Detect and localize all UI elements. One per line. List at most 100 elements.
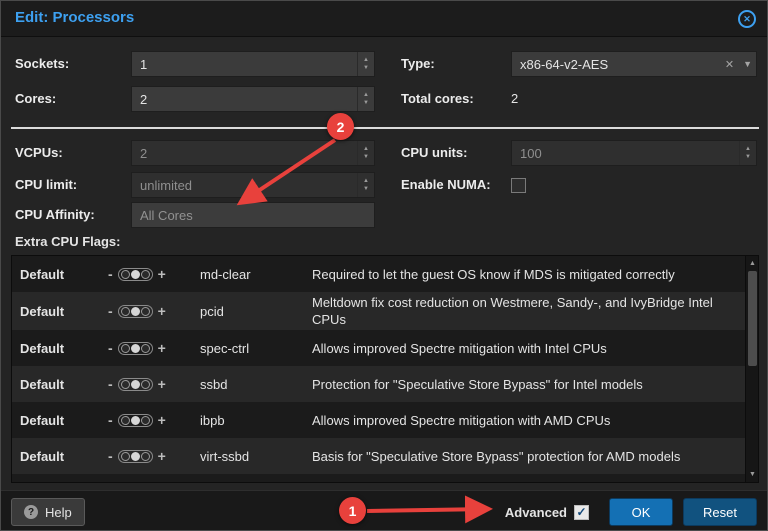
flag-tristate-slider[interactable]: - + (108, 303, 200, 319)
ok-button-label: OK (632, 505, 651, 520)
slider-plus-icon[interactable]: + (158, 340, 166, 356)
cores-value: 2 (140, 92, 147, 107)
slider-knob[interactable] (131, 270, 140, 279)
spinner-up-icon[interactable]: ▲ (363, 92, 369, 98)
type-combobox[interactable]: x86-64-v2-AES ✕ ▼ (511, 51, 757, 77)
slider-track[interactable] (118, 450, 153, 463)
slider-knob[interactable] (131, 452, 140, 461)
reset-button[interactable]: Reset (683, 498, 757, 526)
sockets-label: Sockets: (15, 51, 69, 77)
sockets-spinner[interactable]: 1 ▲ ▼ (131, 51, 375, 77)
spinner-down-icon: ▼ (363, 154, 369, 160)
vertical-scrollbar[interactable]: ▲ ▼ (745, 256, 758, 482)
slider-dot (141, 307, 150, 316)
slider-track[interactable] (118, 305, 153, 318)
clear-icon[interactable]: ✕ (725, 58, 734, 71)
slider-minus-icon[interactable]: - (108, 448, 113, 464)
flag-name: virt-ssbd (200, 449, 312, 464)
help-icon: ? (24, 505, 38, 519)
slider-dot (141, 344, 150, 353)
flag-tristate-slider[interactable]: - + (108, 448, 200, 464)
scroll-up-icon[interactable]: ▲ (746, 257, 759, 270)
cpu-units-value: 100 (520, 146, 542, 161)
slider-track[interactable] (118, 414, 153, 427)
cpu-affinity-label: CPU Affinity: (15, 202, 95, 228)
flag-description: Meltdown fix cost reduction on Westmere,… (312, 294, 747, 328)
vcpus-spinner: 2 ▲ ▼ (131, 140, 375, 166)
slider-plus-icon[interactable]: + (158, 266, 166, 282)
cpu-units-spin-buttons: ▲ ▼ (739, 141, 756, 165)
flag-state-label: Default (12, 304, 108, 319)
annotation-badge-2: 2 (327, 113, 354, 140)
flag-tristate-slider[interactable]: - + (108, 376, 200, 392)
flag-state-label: Default (12, 267, 108, 282)
footer-actions: Advanced ✓ OK Reset (505, 498, 757, 526)
enable-numa-checkbox[interactable] (511, 178, 526, 193)
cores-spinner[interactable]: 2 ▲ ▼ (131, 86, 375, 112)
help-button[interactable]: ? Help (11, 498, 85, 526)
slider-plus-icon[interactable]: + (158, 448, 166, 464)
table-row: Default - + ssbd Protection for "Specula… (12, 366, 747, 402)
slider-minus-icon[interactable]: - (108, 340, 113, 356)
spinner-down-icon: ▼ (745, 154, 751, 160)
slider-minus-icon[interactable]: - (108, 412, 113, 428)
check-icon: ✓ (576, 505, 586, 519)
cpu-limit-value: unlimited (140, 178, 192, 193)
flag-description: Allows improved Spectre mitigation with … (312, 412, 747, 429)
flag-state-label: Default (12, 377, 108, 392)
cpu-flags-rows: Default - + md-clear Required to let the… (12, 256, 747, 474)
flag-state-label: Default (12, 413, 108, 428)
advanced-checkbox[interactable]: ✓ (574, 505, 589, 520)
flag-name: md-clear (200, 267, 312, 282)
scrollbar-thumb[interactable] (748, 271, 757, 366)
flag-tristate-slider[interactable]: - + (108, 266, 200, 282)
flag-state-label: Default (12, 449, 108, 464)
slider-knob[interactable] (131, 344, 140, 353)
cpu-flags-table: Default - + md-clear Required to let the… (11, 255, 759, 483)
slider-minus-icon[interactable]: - (108, 266, 113, 282)
close-icon[interactable]: ✕ (738, 10, 756, 28)
chevron-down-icon[interactable]: ▼ (743, 59, 752, 69)
enable-numa-label: Enable NUMA: (401, 172, 491, 198)
spinner-up-icon: ▲ (745, 146, 751, 152)
section-divider (11, 127, 759, 129)
slider-knob[interactable] (131, 416, 140, 425)
flag-name: pcid (200, 304, 312, 319)
vcpus-value: 2 (140, 146, 147, 161)
slider-plus-icon[interactable]: + (158, 303, 166, 319)
spinner-up-icon[interactable]: ▲ (363, 57, 369, 63)
slider-track[interactable] (118, 342, 153, 355)
advanced-toggle-group: Advanced ✓ (505, 505, 589, 520)
type-combo-icons: ✕ ▼ (725, 52, 752, 76)
slider-minus-icon[interactable]: - (108, 376, 113, 392)
cpu-affinity-field[interactable] (131, 202, 375, 228)
flag-tristate-slider[interactable]: - + (108, 412, 200, 428)
cpu-limit-spinner: unlimited ▲ ▼ (131, 172, 375, 198)
cpu-units-label: CPU units: (401, 140, 467, 166)
table-row: Default - + md-clear Required to let the… (12, 256, 747, 292)
slider-dot (121, 270, 130, 279)
slider-track[interactable] (118, 378, 153, 391)
spinner-down-icon[interactable]: ▼ (363, 65, 369, 71)
slider-knob[interactable] (131, 307, 140, 316)
flag-description: Protection for "Speculative Store Bypass… (312, 376, 747, 393)
ok-button[interactable]: OK (609, 498, 673, 526)
flag-tristate-slider[interactable]: - + (108, 340, 200, 356)
slider-plus-icon[interactable]: + (158, 412, 166, 428)
annotation-badge-1: 1 (339, 497, 366, 524)
scroll-down-icon[interactable]: ▼ (746, 468, 759, 481)
cores-spin-buttons[interactable]: ▲ ▼ (357, 87, 374, 111)
help-button-label: Help (45, 505, 72, 520)
dialog-title: Edit: Processors (15, 9, 134, 26)
slider-dot (141, 270, 150, 279)
slider-minus-icon[interactable]: - (108, 303, 113, 319)
spinner-down-icon[interactable]: ▼ (363, 100, 369, 106)
flag-name: ibpb (200, 413, 312, 428)
total-cores-value: 2 (511, 86, 518, 112)
slider-knob[interactable] (131, 380, 140, 389)
cpu-affinity-input[interactable] (140, 208, 366, 223)
slider-plus-icon[interactable]: + (158, 376, 166, 392)
flag-state-label: Default (12, 341, 108, 356)
sockets-spin-buttons[interactable]: ▲ ▼ (357, 52, 374, 76)
slider-track[interactable] (118, 268, 153, 281)
